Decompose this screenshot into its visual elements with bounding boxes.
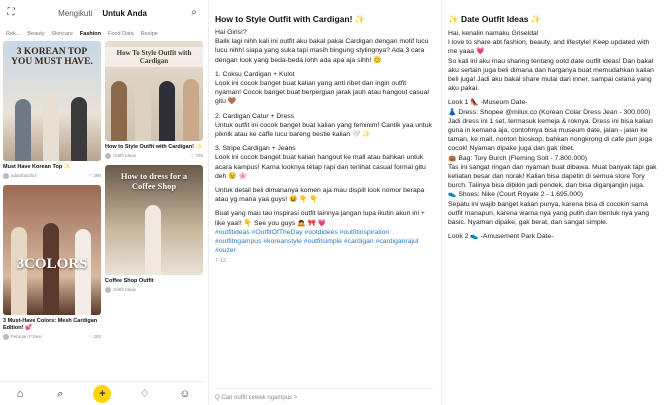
feed-topbar: ⛶ Mengikuti Untuk Anda ⌕ bbox=[0, 0, 205, 26]
feed-grid: 3 KOREAN TOP YOU MUST HAVE. Must Have Ko… bbox=[0, 41, 205, 346]
thumbnail-overlay-text: 3COLORS bbox=[16, 256, 88, 272]
bottom-nav: ⌂ ⌕ + ♢ ☺ bbox=[0, 381, 205, 405]
category-item[interactable]: Food Data bbox=[108, 31, 134, 37]
card-title: How to Style Outfit with Cardigan! ✨ bbox=[105, 144, 203, 150]
search-icon[interactable]: ⌕ bbox=[53, 387, 67, 401]
post-title: How to Style Outfit with Cardigan! ✨ bbox=[215, 14, 366, 24]
category-item[interactable]: Resipe bbox=[141, 31, 158, 37]
post-look-2: Look 2 👟 -Amusement Park Date- bbox=[448, 233, 554, 241]
post-intro: Hai, kenalin namaku Griselda! I love to … bbox=[448, 30, 654, 93]
avatar bbox=[3, 173, 9, 179]
card-meta: Outfit Ideas ♡ 790 bbox=[105, 153, 203, 159]
heart-icon[interactable]: ♡ bbox=[88, 334, 92, 339]
tab-following[interactable]: Mengikuti bbox=[58, 9, 92, 18]
feed-panel: ⛶ Mengikuti Untuk Anda ⌕ Rek... Beauty S… bbox=[0, 0, 205, 405]
thumbnail-overlay-text: How to dress for a Coffee Shop bbox=[120, 171, 188, 191]
card-thumbnail[interactable]: How to dress for a Coffee Shop bbox=[105, 165, 203, 275]
post-section-5: Buat yang mau tau inspirasi outfit lainn… bbox=[215, 210, 425, 227]
feed-card[interactable]: 3 KOREAN TOP YOU MUST HAVE. Must Have Ko… bbox=[3, 41, 101, 179]
scan-icon[interactable]: ⛶ bbox=[6, 8, 16, 18]
card-likes: 790 bbox=[195, 153, 203, 158]
avatar bbox=[105, 287, 111, 293]
post-date: 7-12 bbox=[215, 258, 227, 265]
post-date-outfit-panel: ✨ Date Outfit Ideas ✨ Hai, kenalin namak… bbox=[441, 0, 666, 405]
card-meta: adamfauzhd ♡ 290 bbox=[3, 173, 101, 179]
tab-for-you[interactable]: Untuk Anda bbox=[102, 9, 147, 18]
post-section-2: 2. Cardigan Catur + Dress Untuk outfit i… bbox=[215, 112, 432, 139]
card-meta: Februari F.Desi ♡ 293 bbox=[3, 334, 101, 340]
post-intro: Balik lagi nihh kali ini outfit aku baka… bbox=[215, 38, 429, 64]
related-search[interactable]: Q Cari outfit cewek ngampus > bbox=[215, 388, 433, 401]
post-title: ✨ Date Outfit Ideas ✨ bbox=[448, 14, 542, 24]
heart-icon[interactable]: ♡ bbox=[88, 173, 92, 178]
screenshot-collage: ⛶ Mengikuti Untuk Anda ⌕ Rek... Beauty S… bbox=[0, 0, 666, 405]
card-thumbnail[interactable]: 3 KOREAN TOP YOU MUST HAVE. bbox=[3, 41, 101, 161]
category-item[interactable]: Beauty bbox=[27, 31, 44, 37]
card-author: Februari F.Desi bbox=[11, 334, 42, 340]
feed-card[interactable]: How to dress for a Coffee Shop Coffee Sh… bbox=[105, 165, 203, 293]
post-section-4: Untuk detail beli dimananya komen aja ma… bbox=[215, 187, 425, 204]
category-item[interactable]: Rek... bbox=[6, 31, 20, 37]
post-cardigan-panel: How to Style Outfit with Cardigan! ✨ Hai… bbox=[208, 0, 438, 405]
avatar bbox=[105, 153, 111, 159]
post-body: Hai, kenalin namaku Griselda! I love to … bbox=[442, 25, 666, 241]
category-item-active[interactable]: Fashion bbox=[80, 31, 101, 37]
card-author: Outfit Ideas bbox=[113, 287, 137, 293]
card-title: Must Have Korean Top ✨ bbox=[3, 164, 71, 170]
profile-icon[interactable]: ☺ bbox=[178, 387, 192, 401]
post-body: Hai Girls!? Balik lagi nihh kali ini out… bbox=[209, 25, 438, 267]
post-section-3: 3. Stripe Cardigan + Jeans Look ini coco… bbox=[215, 145, 426, 180]
card-meta: Outfit Ideas bbox=[105, 287, 203, 293]
category-bar: Rek... Beauty Skincare Fashion Food Data… bbox=[0, 26, 205, 41]
heart-icon[interactable]: ♡ bbox=[190, 153, 194, 158]
post-section-1: 1. Coksu Cardigan + Kulot Look ini cocok… bbox=[215, 70, 429, 106]
feed-card[interactable]: 3COLORS 3 Must-Have Colors: Mesh Cardiga… bbox=[3, 185, 101, 340]
card-likes: 293 bbox=[93, 334, 101, 339]
card-thumbnail[interactable]: How To Style Outfit with Cardigan bbox=[105, 41, 203, 141]
post-greeting: Hai Girls!? bbox=[215, 29, 247, 36]
plus-icon[interactable]: + bbox=[93, 384, 112, 403]
card-author: Outfit Ideas bbox=[113, 153, 137, 159]
bell-icon[interactable]: ♢ bbox=[138, 387, 152, 401]
post-hashtags[interactable]: #outfitideas #OutfitOfTheDay #ootdidees … bbox=[215, 228, 432, 256]
card-title: Coffee Shop Outfit bbox=[105, 278, 154, 284]
feed-card[interactable]: How To Style Outfit with Cardigan How to… bbox=[105, 41, 203, 159]
category-item[interactable]: Skincare bbox=[52, 31, 73, 37]
card-likes: 290 bbox=[93, 173, 101, 178]
card-author: adamfauzhd bbox=[11, 173, 36, 179]
thumbnail-overlay-text: How To Style Outfit with Cardigan bbox=[105, 47, 203, 67]
thumbnail-overlay-text: 3 KOREAN TOP YOU MUST HAVE. bbox=[11, 47, 93, 67]
card-title: 3 Must-Have Colors: Mesh Cardigan Editio… bbox=[3, 318, 98, 331]
search-icon[interactable]: ⌕ bbox=[189, 8, 199, 18]
home-icon[interactable]: ⌂ bbox=[13, 387, 27, 401]
card-thumbnail[interactable]: 3COLORS bbox=[3, 185, 101, 315]
avatar bbox=[3, 334, 9, 340]
post-look-1: Look 1 👠 -Museum Date- 👗 Dress: Shopee @… bbox=[448, 99, 657, 227]
